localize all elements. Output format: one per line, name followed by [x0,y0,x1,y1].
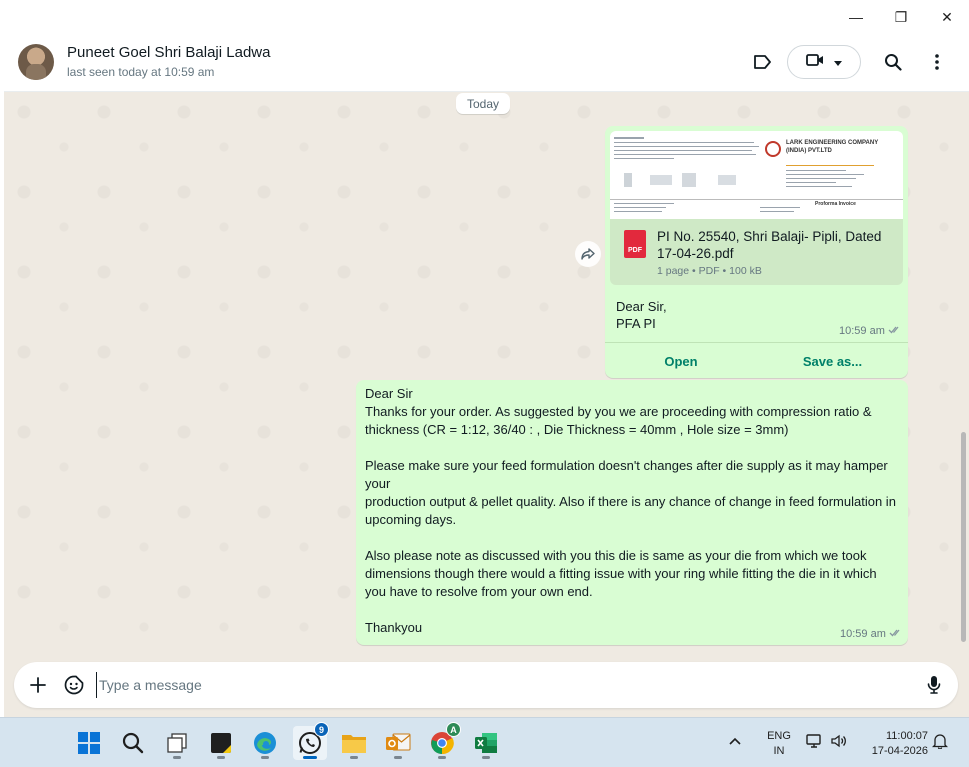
avatar[interactable] [18,44,54,80]
profile-badge: A [446,722,461,737]
kebab-menu-icon[interactable] [921,46,953,78]
region-code: IN [773,745,785,757]
document-caption: Dear Sir, PFA PI [616,299,667,331]
edge-icon[interactable] [248,726,282,760]
message-body: Dear Sir Thanks for your order. As sugge… [365,386,896,635]
text-message-bubble: Dear Sir Thanks for your order. As sugge… [356,380,908,645]
double-check-icon [889,628,903,640]
open-document-button[interactable]: Open [605,343,757,379]
message-timestamp: 10:59 am [840,628,903,640]
windows-start-icon[interactable] [72,726,106,760]
clock-date: 17-04-2026 [871,745,928,757]
document-preview[interactable]: LARK ENGINEERING COMPANY (INDIA) PVT.LTD… [610,131,903,219]
chat-header: Puneet Goel Shri Balaji Ladwa last seen … [4,34,969,92]
search-icon[interactable] [116,726,150,760]
close-button[interactable]: ✕ [924,0,969,34]
preview-doc-label: Proforma Invoice [815,201,856,207]
network-icon[interactable] [806,733,824,754]
document-file-name: PI No. 25540, Shri Balaji- Pipli, Dated … [657,229,882,261]
video-call-button[interactable] [787,45,861,79]
system-tray [806,733,848,754]
whatsapp-icon[interactable]: 9 [293,722,329,760]
chat-messages-area[interactable]: Today LARK ENGINEERING COMPANY (INDIA) P… [4,92,969,662]
message-input[interactable] [96,672,896,698]
chat-scrollbar[interactable] [961,432,966,642]
language-code: ENG [767,730,791,742]
message-time: 10:59 am [840,628,886,640]
notification-bell-icon[interactable] [931,733,949,754]
document-file-card[interactable]: PDF PI No. 25540, Shri Balaji- Pipli, Da… [610,219,903,285]
message-composer [14,662,958,708]
contact-last-seen: last seen today at 10:59 am [67,65,215,79]
document-actions: Open Save as... [605,342,908,378]
attach-plus-icon[interactable] [22,669,54,701]
minimize-button[interactable]: — [833,0,879,34]
microphone-icon[interactable] [918,669,950,701]
chevron-up-icon[interactable] [729,733,741,748]
video-camera-icon [806,53,824,72]
sticker-icon[interactable] [58,669,90,701]
forward-icon[interactable] [575,241,601,267]
message-time: 10:59 am [839,325,885,337]
double-check-icon [888,325,902,337]
window-titlebar: — ❐ ✕ [0,0,969,34]
excel-icon[interactable] [469,726,503,760]
save-as-button[interactable]: Save as... [757,343,908,379]
chrome-icon[interactable]: A [425,722,461,760]
taskbar-clock[interactable]: 11:00:07 17-04-2026 [860,729,928,759]
document-message-bubble: LARK ENGINEERING COMPANY (INDIA) PVT.LTD… [605,126,908,378]
search-icon[interactable] [877,46,909,78]
pdf-file-icon: PDF [624,230,646,258]
clock-time: 11:00:07 [885,730,928,742]
company-logo-icon [765,141,781,157]
file-explorer-icon[interactable] [337,726,371,760]
label-icon[interactable] [746,46,778,78]
maximize-button[interactable]: ❐ [878,0,924,34]
notification-badge: 9 [314,722,329,737]
outlook-icon[interactable] [381,726,415,760]
preview-company-name: LARK ENGINEERING COMPANY (INDIA) PVT.LTD [786,140,879,154]
date-separator: Today [456,93,510,114]
input-language-indicator[interactable]: ENG IN [762,729,796,759]
sticky-notes-icon[interactable] [204,726,238,760]
document-meta: 1 page • PDF • 100 kB [657,265,762,277]
message-timestamp: 10:59 am [839,325,902,337]
chevron-down-icon [834,53,842,71]
task-view-icon[interactable] [160,726,194,760]
volume-icon[interactable] [830,733,848,754]
contact-name[interactable]: Puneet Goel Shri Balaji Ladwa [67,44,270,61]
